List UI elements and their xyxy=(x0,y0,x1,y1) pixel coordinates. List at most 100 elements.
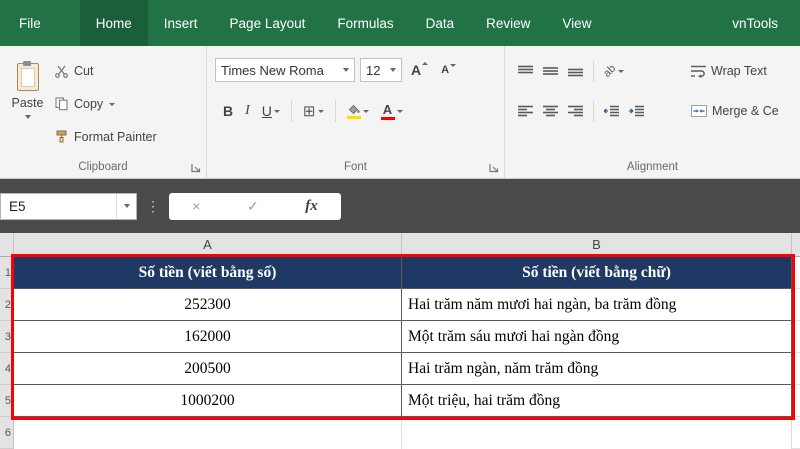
tab-formulas[interactable]: Formulas xyxy=(321,0,409,46)
formula-controls: × ✓ fx xyxy=(169,193,341,220)
cut-label: Cut xyxy=(74,64,93,78)
table-row: 5 1000200 Một triệu, hai trăm đồng xyxy=(0,385,800,417)
dropdown-arrow-icon xyxy=(274,110,280,113)
clipboard-group: Paste Cut Copy Format Painter Clipboard xyxy=(0,46,207,178)
bold-button[interactable]: B xyxy=(217,99,239,123)
row-number-2[interactable]: 2 xyxy=(0,289,14,321)
font-name-combo[interactable]: Times New Roma xyxy=(215,58,355,82)
align-right-icon xyxy=(568,105,583,117)
cell-sliver[interactable] xyxy=(792,257,800,289)
tab-insert[interactable]: Insert xyxy=(148,0,214,46)
font-color-indicator xyxy=(381,117,395,120)
cell-a6[interactable] xyxy=(14,417,402,449)
increase-indent-button[interactable] xyxy=(624,101,649,121)
bottom-align-icon xyxy=(568,65,583,77)
top-align-icon xyxy=(518,65,533,77)
italic-button[interactable]: I xyxy=(239,99,256,123)
select-all-corner[interactable] xyxy=(0,233,14,256)
enter-icon[interactable]: ✓ xyxy=(247,198,259,215)
cell-a1[interactable]: Số tiền (viết bằng số) xyxy=(14,257,402,289)
alignment-group: ab Wrap Text Merge & Ce Alignment xyxy=(505,46,800,178)
fill-color-indicator xyxy=(347,116,361,119)
cell-a4[interactable]: 200500 xyxy=(14,353,402,385)
row-number-3[interactable]: 3 xyxy=(0,321,14,353)
format-painter-icon xyxy=(55,130,68,144)
top-align-button[interactable] xyxy=(513,61,538,81)
insert-function-icon[interactable]: fx xyxy=(305,198,318,215)
font-name-value: Times New Roma xyxy=(221,63,324,78)
decrease-font-size-button[interactable]: A xyxy=(437,62,460,78)
cell-a2[interactable]: 252300 xyxy=(14,289,402,321)
row-number-5[interactable]: 5 xyxy=(0,385,14,417)
column-header-sliver xyxy=(792,233,800,256)
cell-b2[interactable]: Hai trăm năm mươi hai ngàn, ba trăm đồng xyxy=(402,289,792,321)
tab-view[interactable]: View xyxy=(546,0,607,46)
merge-center-button[interactable]: Merge & Ce xyxy=(691,104,779,118)
font-color-letter: A xyxy=(383,103,392,116)
wrap-text-icon xyxy=(691,65,706,78)
format-painter-label: Format Painter xyxy=(74,130,157,144)
cell-sliver[interactable] xyxy=(792,385,800,417)
shrink-font-icon: A xyxy=(441,64,449,76)
cell-sliver[interactable] xyxy=(792,417,800,449)
tab-file[interactable]: File xyxy=(0,0,60,46)
font-dialog-launcher-icon[interactable] xyxy=(489,163,499,173)
cell-b5[interactable]: Một triệu, hai trăm đồng xyxy=(402,385,792,417)
font-color-icon: A xyxy=(381,103,395,120)
clipboard-small-buttons: Cut Copy Format Painter xyxy=(55,58,157,157)
align-right-button[interactable] xyxy=(563,101,588,121)
format-painter-button[interactable]: Format Painter xyxy=(55,124,157,150)
tab-page-layout[interactable]: Page Layout xyxy=(214,0,322,46)
dropdown-arrow-icon xyxy=(618,70,624,73)
decrease-indent-button[interactable] xyxy=(599,101,624,121)
align-center-button[interactable] xyxy=(538,101,563,121)
name-box-dropdown[interactable] xyxy=(116,194,136,219)
cell-b1[interactable]: Số tiền (viết bằng chữ) xyxy=(402,257,792,289)
increase-font-size-button[interactable]: A xyxy=(407,60,432,80)
cell-sliver[interactable] xyxy=(792,289,800,321)
formula-bar: E5 ⋮ × ✓ fx xyxy=(0,179,800,233)
fill-color-button[interactable] xyxy=(341,99,375,123)
clipboard-dialog-launcher-icon[interactable] xyxy=(191,163,201,173)
font-color-button[interactable]: A xyxy=(375,99,409,123)
name-box[interactable]: E5 xyxy=(0,193,137,220)
scissors-icon xyxy=(55,65,68,78)
cell-b4[interactable]: Hai trăm ngàn, năm trăm đồng xyxy=(402,353,792,385)
cut-button[interactable]: Cut xyxy=(55,58,157,84)
align-left-button[interactable] xyxy=(513,101,538,121)
column-header-b[interactable]: B xyxy=(402,233,792,256)
copy-button[interactable]: Copy xyxy=(55,91,157,117)
borders-button[interactable]: ⊞ xyxy=(297,99,330,123)
tab-home[interactable]: Home xyxy=(80,0,148,46)
column-header-a[interactable]: A xyxy=(14,233,402,256)
underline-button[interactable]: U xyxy=(256,99,286,123)
cell-b6[interactable] xyxy=(402,417,792,449)
row-number-1[interactable]: 1 xyxy=(0,257,14,289)
cell-b3[interactable]: Một trăm sáu mươi hai ngàn đồng xyxy=(402,321,792,353)
formula-bar-resize-handle[interactable]: ⋮ xyxy=(146,198,160,215)
cancel-icon[interactable]: × xyxy=(192,198,200,214)
tab-review[interactable]: Review xyxy=(470,0,546,46)
cell-sliver[interactable] xyxy=(792,353,800,385)
grow-font-icon: A xyxy=(411,62,421,78)
middle-align-button[interactable] xyxy=(538,61,563,81)
dropdown-arrow-icon xyxy=(363,110,369,113)
tab-vntools[interactable]: vnTools xyxy=(716,0,800,46)
bottom-align-button[interactable] xyxy=(563,61,588,81)
bold-label: B xyxy=(223,103,233,119)
paste-button[interactable]: Paste xyxy=(4,54,51,156)
middle-align-icon xyxy=(543,65,558,77)
ribbon: Paste Cut Copy Format Painter Clipboard xyxy=(0,46,800,179)
align-left-icon xyxy=(518,105,533,117)
row-number-4[interactable]: 4 xyxy=(0,353,14,385)
down-arrow-icon xyxy=(450,64,456,67)
cell-a5[interactable]: 1000200 xyxy=(14,385,402,417)
font-size-combo[interactable]: 12 xyxy=(360,58,402,82)
orientation-button[interactable]: ab xyxy=(599,62,629,81)
tab-data[interactable]: Data xyxy=(410,0,471,46)
cell-a3[interactable]: 162000 xyxy=(14,321,402,353)
cell-sliver[interactable] xyxy=(792,321,800,353)
row-number-6[interactable]: 6 xyxy=(0,417,14,449)
separator xyxy=(593,60,594,82)
wrap-text-button[interactable]: Wrap Text xyxy=(691,64,767,78)
